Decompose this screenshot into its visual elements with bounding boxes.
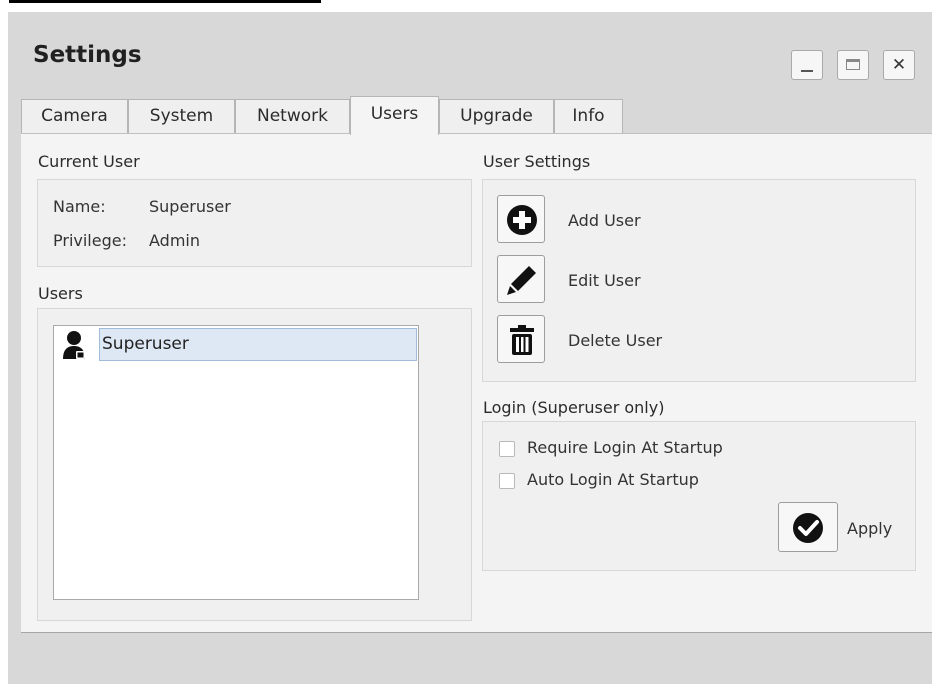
maximize-button[interactable] <box>837 50 869 80</box>
minimize-button[interactable] <box>791 50 823 80</box>
tab-system[interactable]: System <box>128 99 235 134</box>
auto-login-checkbox[interactable] <box>499 473 515 489</box>
users-group: Superuser <box>37 308 472 621</box>
current-user-group: Name: Superuser Privilege: Admin <box>37 179 472 267</box>
login-group: Require Login At Startup Auto Login At S… <box>482 421 916 571</box>
login-group-label: Login (Superuser only) <box>483 398 665 417</box>
users-tab-panel: Current User Name: Superuser Privilege: … <box>21 133 932 633</box>
privilege-key: Privilege: <box>53 231 127 250</box>
tab-camera[interactable]: Camera <box>21 99 128 134</box>
user-list[interactable]: Superuser <box>53 325 419 600</box>
edit-user-label: Edit User <box>568 271 641 290</box>
close-button[interactable]: ✕ <box>883 50 915 80</box>
user-lock-icon <box>63 331 85 359</box>
tab-network[interactable]: Network <box>235 99 350 134</box>
edit-user-button[interactable] <box>497 255 545 303</box>
privilege-value: Admin <box>149 231 200 250</box>
top-black-bar <box>9 0 321 3</box>
require-login-label: Require Login At Startup <box>527 438 723 457</box>
check-circle-icon <box>793 513 823 543</box>
current-user-group-label: Current User <box>38 152 140 171</box>
tab-upgrade[interactable]: Upgrade <box>439 99 554 134</box>
name-key: Name: <box>53 197 106 216</box>
delete-user-label: Delete User <box>568 331 663 350</box>
list-item[interactable]: Superuser <box>99 328 417 361</box>
auto-login-label: Auto Login At Startup <box>527 470 699 489</box>
plus-circle-icon <box>507 205 537 235</box>
add-user-button[interactable] <box>497 195 545 243</box>
name-value: Superuser <box>149 197 231 216</box>
maximize-icon <box>846 59 860 70</box>
user-settings-group: Add User Edit User Delete User <box>482 179 916 382</box>
delete-user-button[interactable] <box>497 315 545 363</box>
require-login-checkbox[interactable] <box>499 441 515 457</box>
pencil-icon <box>507 266 536 295</box>
apply-button[interactable] <box>778 502 838 552</box>
trash-icon <box>510 325 534 355</box>
close-icon: ✕ <box>891 55 907 75</box>
window-title: Settings <box>33 42 142 68</box>
minimize-icon <box>801 70 813 72</box>
tab-users[interactable]: Users <box>350 96 439 135</box>
tab-info[interactable]: Info <box>554 99 623 134</box>
users-group-label: Users <box>38 284 83 303</box>
add-user-label: Add User <box>568 211 641 230</box>
user-settings-group-label: User Settings <box>483 152 591 171</box>
apply-label: Apply <box>847 519 893 538</box>
